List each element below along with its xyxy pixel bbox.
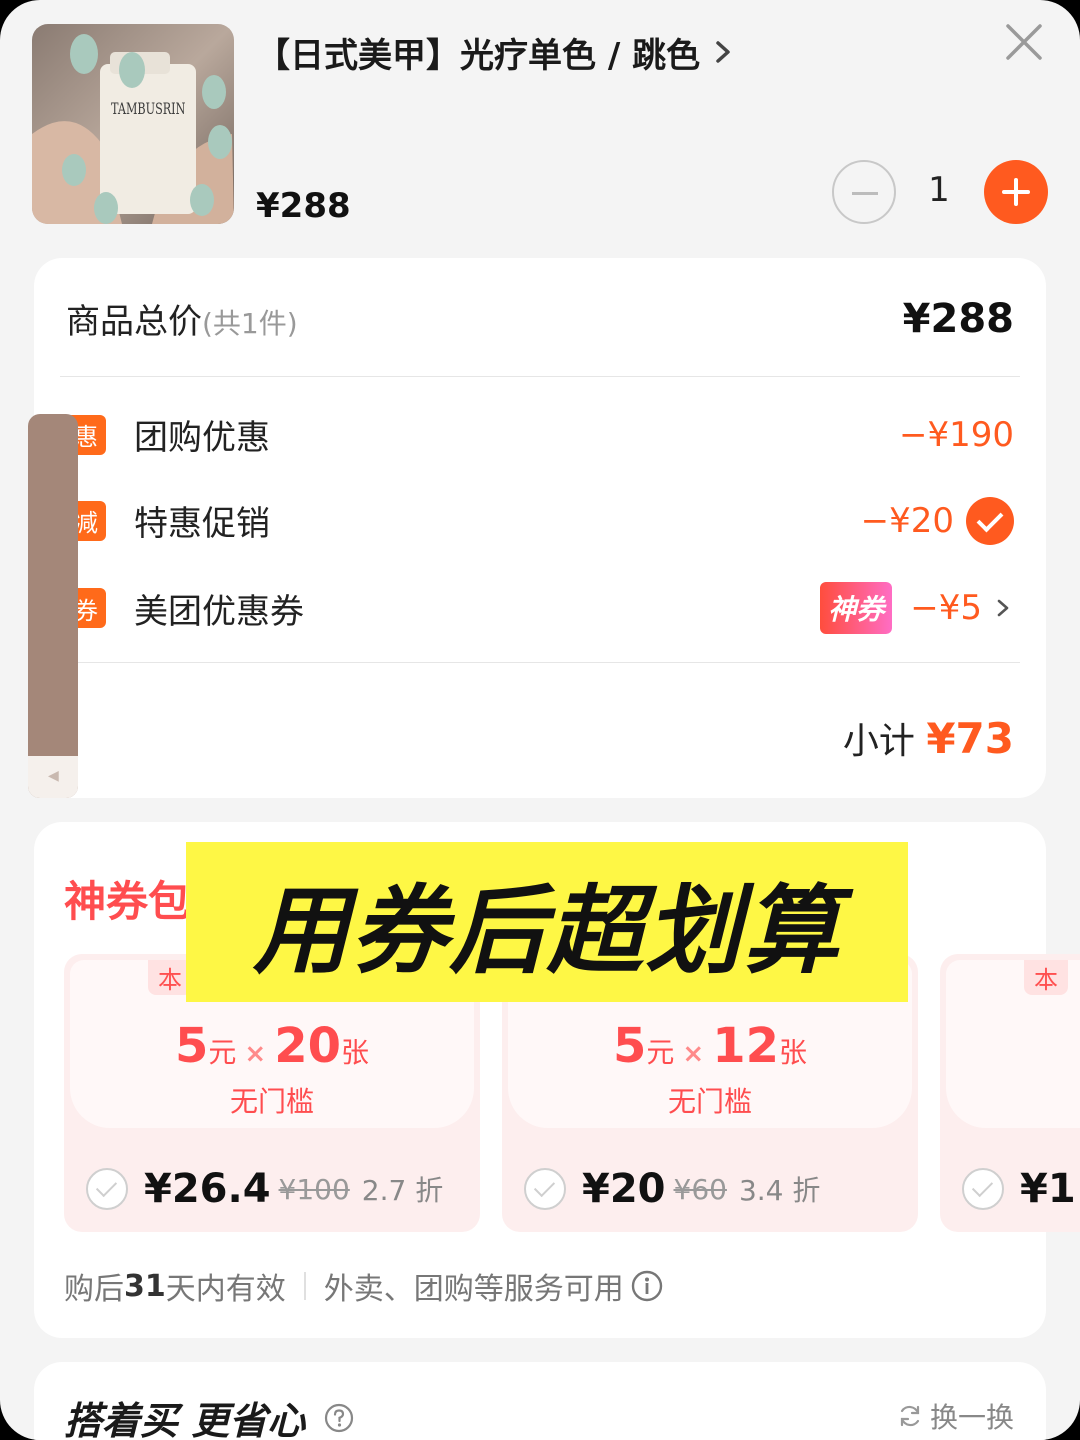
total-count: (共1件) [202,307,298,340]
coupon-tag: 本 [1024,960,1068,995]
product-title: 【日式美甲】光疗单色 / 跳色 [256,35,701,76]
increase-quantity-button[interactable] [984,160,1048,224]
divider [60,376,1020,377]
select-radio[interactable] [86,1168,128,1210]
coupon-amount: 5元 × 12张 [612,1018,808,1074]
quantity-stepper: 1 [832,160,1050,226]
discount-row-coupon[interactable]: 券 美团优惠券 神券 −¥5 [66,582,1014,634]
total-label: 商品总价(共1件) [66,302,298,342]
coupon-pack-title: 神券包 [64,877,191,926]
coupon-condition: 无门槛 [667,1085,752,1118]
coupon-discount-rate: 2.7 折 [361,1174,444,1207]
overlay-text: 用券后超划算 [253,874,841,987]
discount-row-group-buy: 惠 团购优惠 −¥190 [66,410,1014,459]
chevron-right-icon [997,599,1009,617]
decrease-quantity-button[interactable] [832,160,896,224]
coupon-amount: 5元 × 20张 [174,1018,370,1074]
product-thumbnail: TAMBUSRIN [32,24,234,224]
discount-value: −¥190 [898,414,1014,455]
separator [303,1272,306,1300]
side-drawer-handle[interactable]: ◀ [28,414,78,798]
total-value: ¥288 [902,295,1014,342]
check-icon[interactable] [966,496,1014,545]
divider [60,662,1020,663]
coupon-original-price: ¥60 [673,1172,727,1206]
total-row: 商品总价(共1件) ¥288 [66,294,1014,343]
discount-value: 神券 −¥5 [820,582,1014,634]
coupon-usage: 外卖、团购等服务可用 [323,1272,624,1307]
close-icon[interactable] [1000,18,1048,66]
coupon-price: ¥1 [1020,1166,1076,1212]
order-sheet: TAMBUSRIN 【日式美甲】光疗单色 / 跳色 ¥288 1 商品总价(共1… [0,0,1080,1440]
coupon-price-row: ¥26.4 ¥100 2.7 折 [86,1166,443,1212]
coupon-option[interactable]: 本 ¥1 [940,954,1080,1232]
coupon-price: ¥26.4 [144,1166,271,1212]
bundle-title: 搭着买 更省心 [64,1390,355,1440]
coupon-condition: 无门槛 [229,1085,314,1118]
subtotal-value: ¥73 [926,714,1014,763]
product-price: ¥288 [256,186,351,226]
refresh-button[interactable]: 换一换 [896,1396,1014,1436]
select-radio[interactable] [524,1168,566,1210]
refresh-icon [900,1405,920,1427]
discount-label: 美团优惠券 [134,591,304,632]
subtotal: 小计 ¥73 [842,714,1014,763]
price-summary-card: 商品总价(共1件) ¥288 惠 团购优惠 −¥190 减 特惠促销 −¥20 … [34,258,1046,798]
discount-label: 特惠促销 [134,504,270,544]
info-icon[interactable] [630,1269,664,1303]
discount-row-promo[interactable]: 减 特惠促销 −¥20 [66,496,1014,545]
coupon-original-price: ¥100 [278,1172,350,1206]
handle-foot: ◀ [28,756,78,798]
select-radio[interactable] [962,1168,1004,1210]
shenquan-badge: 神券 [820,582,893,634]
product-title-link[interactable]: 【日式美甲】光疗单色 / 跳色 [256,24,738,80]
coupon-validity: 购后 31 天内有效 外卖、团购等服务可用 [64,1264,664,1308]
coupon-price-row: ¥1 [962,1166,1076,1212]
promo-overlay-caption: 用券后超划算 [186,842,908,1002]
help-icon[interactable] [323,1402,355,1434]
coupon-price-row: ¥20 ¥60 3.4 折 [524,1166,820,1212]
product-brand-text: TAMBUSRIN [111,100,185,119]
bundle-card: 搭着买 更省心 换一换 [34,1362,1046,1440]
quantity-value: 1 [928,170,950,210]
discount-label: 团购优惠 [134,418,270,458]
coupon-discount-rate: 3.4 折 [738,1174,821,1207]
chevron-right-icon [716,41,730,63]
coupon-price: ¥20 [582,1166,666,1212]
discount-value: −¥20 [861,496,1014,545]
